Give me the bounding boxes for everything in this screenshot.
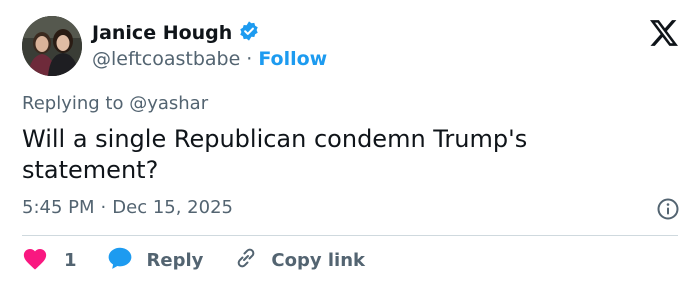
copy-link-label: Copy link	[271, 249, 365, 271]
tweet-card: Janice Hough @leftcoastbabe · Follow Rep…	[0, 0, 700, 287]
follow-button[interactable]: Follow	[258, 48, 327, 70]
author-name-row: Janice Hough	[92, 20, 260, 46]
replying-to[interactable]: Replying to @yashar	[22, 93, 208, 114]
heart-icon	[22, 246, 48, 275]
like-count: 1	[64, 249, 77, 271]
separator-dot: ·	[246, 48, 253, 70]
like-button[interactable]: 1	[22, 246, 77, 275]
info-icon[interactable]	[656, 197, 680, 225]
copy-link-button[interactable]: Copy link	[233, 246, 365, 275]
reply-bubble-icon	[107, 246, 133, 275]
tweet-time: 5:45 PM	[22, 197, 95, 218]
meta-separator: ·	[100, 197, 107, 218]
author-handle-row: @leftcoastbabe · Follow	[92, 48, 327, 70]
reply-button[interactable]: Reply	[107, 246, 204, 275]
author-handle[interactable]: @leftcoastbabe	[92, 48, 240, 70]
link-icon	[233, 246, 259, 275]
reply-label: Reply	[146, 249, 204, 271]
avatar[interactable]	[22, 16, 82, 76]
tweet-timestamp[interactable]: 5:45 PM · Dec 15, 2025	[22, 197, 233, 218]
tweet-text: Will a single Republican condemn Trump's…	[22, 125, 528, 184]
author-name[interactable]: Janice Hough	[92, 22, 232, 44]
divider	[22, 235, 678, 236]
tweet-date: Dec 15, 2025	[112, 197, 233, 218]
verified-badge-icon	[238, 20, 260, 46]
x-logo-icon[interactable]	[650, 20, 678, 50]
action-bar: 1 Reply Copy link	[22, 247, 365, 273]
